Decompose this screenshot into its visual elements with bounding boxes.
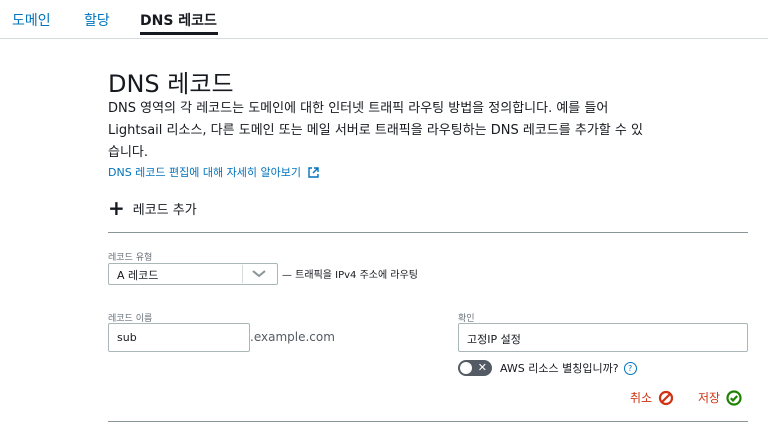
- section-divider-bottom: [108, 421, 748, 422]
- tab-bar: 도메인 할당 DNS 레코드: [0, 0, 768, 39]
- record-type-label: 레코드 유형: [108, 253, 153, 263]
- cancel-button[interactable]: 취소: [630, 389, 674, 406]
- record-name-input[interactable]: sub: [108, 323, 250, 352]
- tab-domains[interactable]: 도메인: [12, 10, 51, 30]
- resolve-to-input[interactable]: 고정IP 설정: [458, 323, 748, 352]
- cancel-icon: [658, 390, 674, 405]
- page-description: DNS 영역의 각 레코드는 도메인에 대한 인터넷 트래픽 라우팅 방법을 정…: [108, 101, 643, 160]
- alias-toggle-label: AWS 리소스 별칭입니까?: [500, 362, 619, 375]
- help-icon[interactable]: ?: [623, 361, 637, 375]
- external-link-icon: [308, 167, 320, 178]
- plus-icon: +: [108, 196, 125, 220]
- alias-toggle[interactable]: ✕: [458, 360, 492, 376]
- section-divider-top: [108, 232, 748, 233]
- learn-more-link[interactable]: DNS 레코드 편집에 대해 자세히 알아보기: [108, 164, 320, 180]
- save-label: 저장: [698, 391, 721, 405]
- record-type-select[interactable]: A 레코드: [108, 263, 278, 285]
- save-button[interactable]: 저장: [698, 389, 742, 406]
- add-record-label: 레코드 추가: [132, 202, 197, 218]
- chevron-down-icon: [242, 265, 273, 283]
- tab-dns-records[interactable]: DNS 레코드: [140, 10, 217, 30]
- toggle-off-x-icon: ✕: [477, 361, 487, 374]
- page-title: DNS 레코드: [108, 70, 234, 98]
- record-type-hint: — 트래픽을 IPv4 주소에 라우팅: [282, 270, 418, 281]
- add-record-button[interactable]: + 레코드 추가: [108, 198, 197, 218]
- active-tab-indicator: [140, 32, 218, 35]
- cancel-label: 취소: [630, 391, 653, 405]
- learn-more-label: DNS 레코드 편집에 대해 자세히 알아보기: [108, 166, 301, 179]
- domain-suffix: .example.com: [250, 330, 335, 344]
- tab-assignments[interactable]: 할당: [84, 10, 110, 30]
- toggle-knob: [460, 362, 472, 374]
- alias-toggle-row: ✕ AWS 리소스 별칭입니까? ?: [458, 360, 637, 376]
- record-type-value: A 레코드: [117, 269, 159, 282]
- checkmark-icon: [726, 389, 742, 406]
